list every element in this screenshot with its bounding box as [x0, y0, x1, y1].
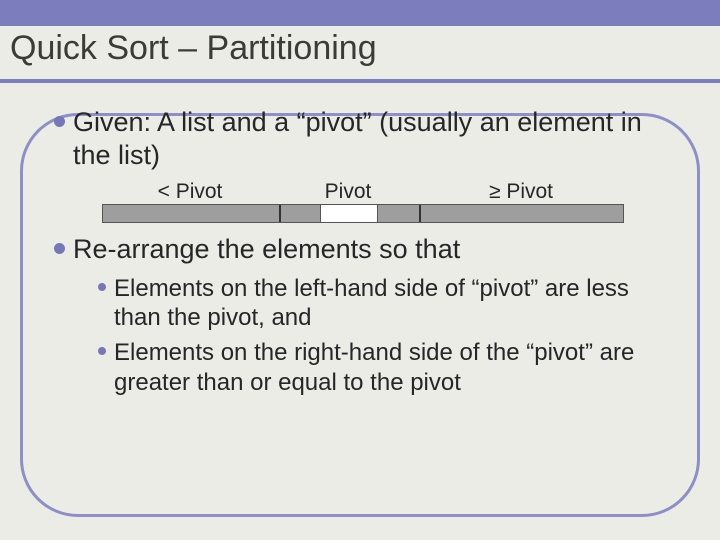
- bullet-given: Given: A list and a “pivot” (usually an …: [54, 106, 680, 172]
- partition-label-ge: ≥ Pivot: [418, 180, 624, 204]
- bullet-icon: [54, 116, 65, 127]
- slide: Quick Sort – Partitioning Given: A list …: [0, 0, 720, 540]
- partition-pivot-box: [320, 204, 378, 223]
- bullet-text: Elements on the left-hand side of “pivot…: [114, 274, 680, 333]
- bullet-icon: [98, 283, 106, 291]
- partition-label-lt: < Pivot: [102, 180, 278, 204]
- bullet-icon: [98, 347, 106, 355]
- subbullet-left: Elements on the left-hand side of “pivot…: [98, 274, 680, 333]
- bullet-text: Elements on the right-hand side of the “…: [114, 338, 680, 397]
- bullet-text: Re-arrange the elements so that: [73, 233, 460, 266]
- slide-title: Quick Sort – Partitioning: [10, 31, 377, 67]
- title-underline: [0, 79, 720, 83]
- top-accent-bar: [0, 0, 720, 26]
- content-body: Given: A list and a “pivot” (usually an …: [54, 106, 680, 403]
- partition-labels: < Pivot Pivot ≥ Pivot: [102, 180, 624, 204]
- bullet-rearrange: Re-arrange the elements so that: [54, 233, 680, 266]
- partition-diagram: < Pivot Pivot ≥ Pivot: [102, 180, 624, 223]
- bullet-icon: [54, 243, 65, 254]
- subbullet-right: Elements on the right-hand side of the “…: [98, 338, 680, 397]
- partition-sep-1: [279, 205, 281, 222]
- bullet-text: Given: A list and a “pivot” (usually an …: [73, 106, 680, 172]
- partition-label-pivot: Pivot: [278, 180, 418, 204]
- partition-sep-2: [419, 205, 421, 222]
